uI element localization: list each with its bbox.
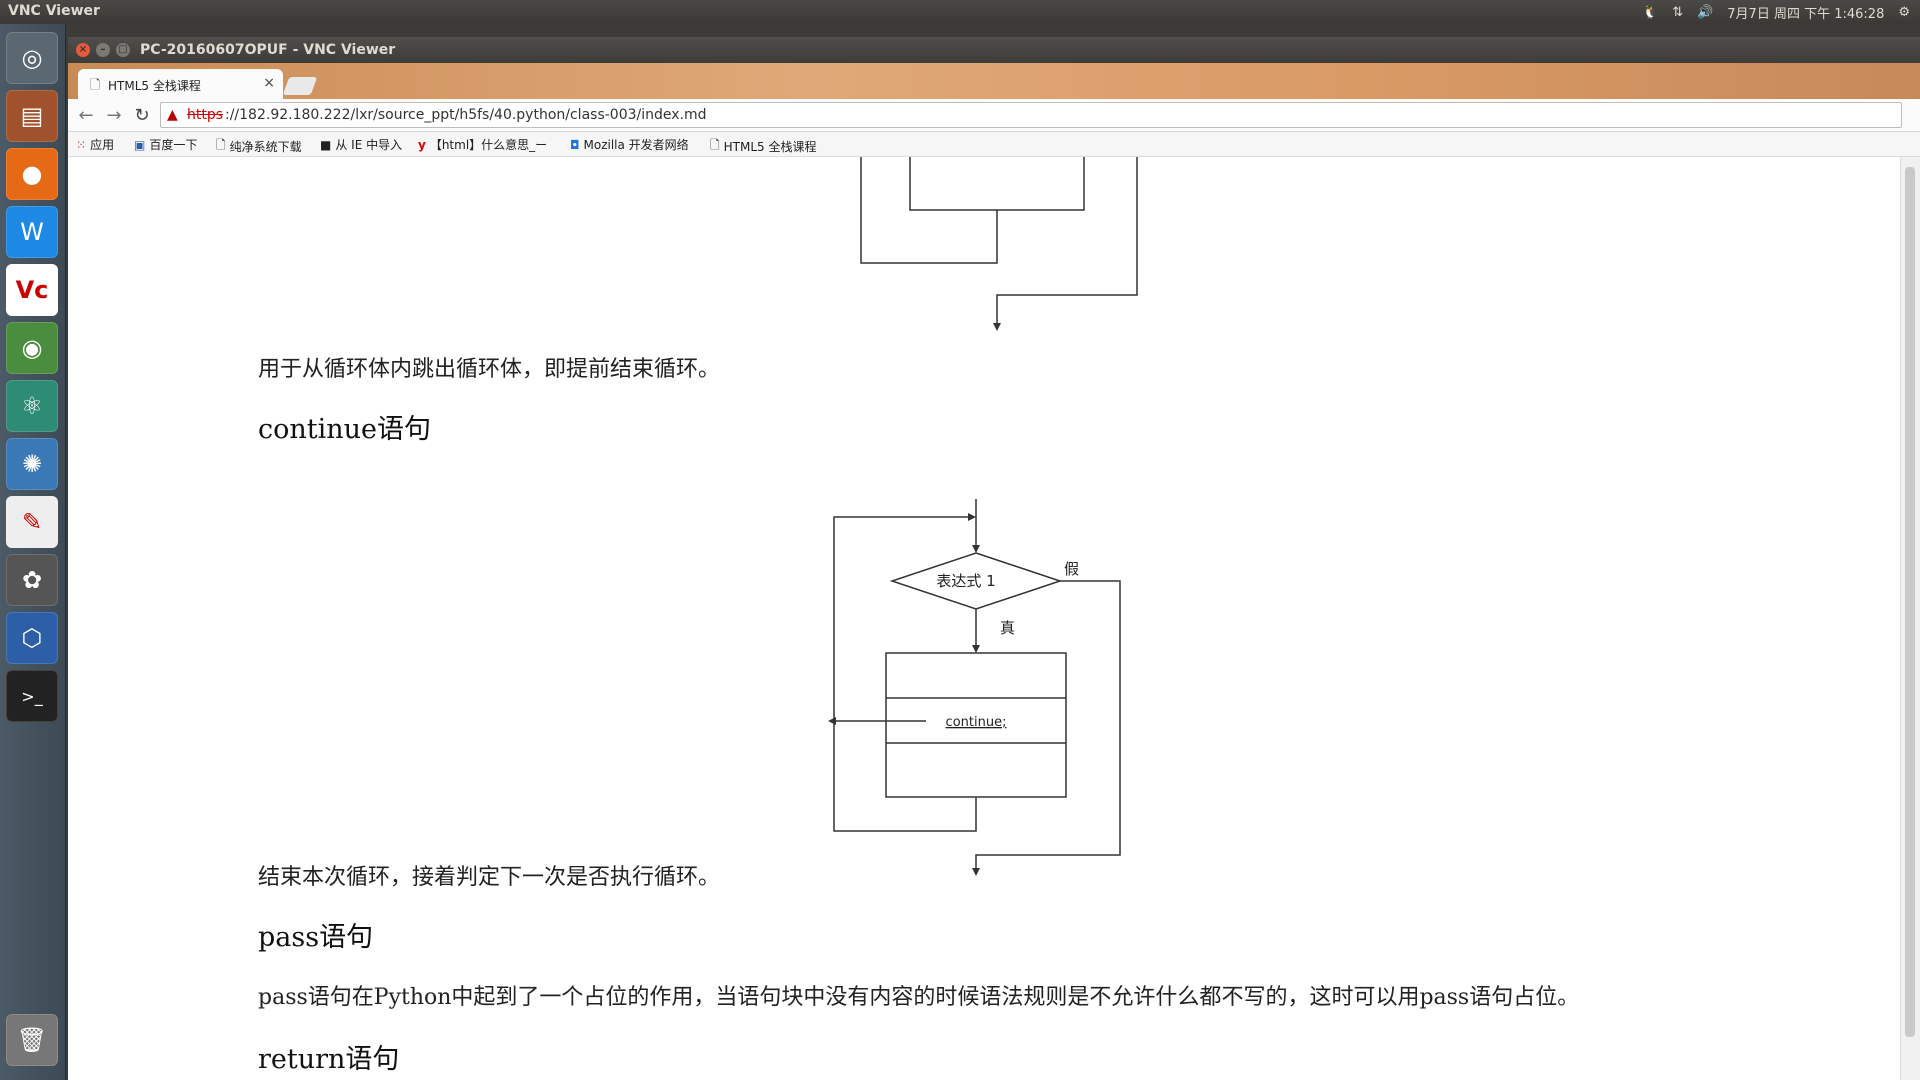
minimize-icon[interactable]: – bbox=[96, 43, 110, 57]
false-label: 假 bbox=[1064, 560, 1079, 578]
vnc-window: × – □ PC-20160607OPUF - VNC Viewer 🗋 HTM… bbox=[68, 37, 1920, 1080]
tab-close-icon[interactable]: × bbox=[263, 75, 275, 91]
bookmark-ie-import[interactable]: ■ 从 IE 中导入 bbox=[320, 136, 402, 153]
return-heading: return语句 bbox=[258, 1044, 400, 1075]
volume-icon[interactable]: 🔊 bbox=[1697, 5, 1713, 20]
files-icon[interactable]: ▤ bbox=[6, 90, 58, 142]
atom-icon[interactable]: ⚛ bbox=[6, 380, 58, 432]
tab-label: HTML5 全栈课程 bbox=[108, 79, 201, 93]
vnc-icon[interactable]: Vc bbox=[6, 264, 58, 316]
tab-strip: 🗋 HTML5 全栈课程 × bbox=[68, 63, 1920, 99]
url-scheme: https bbox=[187, 107, 224, 123]
arrow-down-icon bbox=[993, 323, 1001, 331]
top-panel: VNC Viewer 🐧 ⇅ 🔊 7月7日 周四 下午 1:46:28 ⚙ bbox=[0, 0, 1920, 24]
folder-icon: ■ bbox=[320, 137, 332, 152]
dash-icon[interactable]: ◎ bbox=[6, 32, 58, 84]
bookmark-clean-system[interactable]: 🗋 纯净系统下载 bbox=[216, 136, 302, 157]
window-titlebar: × – □ PC-20160607OPUF - VNC Viewer bbox=[68, 37, 1920, 63]
break-description: 用于从循环体内跳出循环体，即提前结束循环。 bbox=[258, 357, 721, 382]
browser-toolbar: ← → ↻ ▲ https ://182.92.180.222/lxr/sour… bbox=[68, 99, 1920, 132]
page-icon: 🗋 bbox=[710, 138, 720, 152]
condition-label: 表达式 1 bbox=[936, 572, 995, 590]
continue-statement: continue; bbox=[946, 715, 1007, 730]
new-tab-button[interactable] bbox=[282, 77, 318, 95]
bookmark-baidu[interactable]: ▣ 百度一下 bbox=[134, 136, 197, 153]
reload-icon[interactable]: ↻ bbox=[132, 105, 152, 126]
back-icon[interactable]: ← bbox=[76, 105, 96, 126]
terminal-icon[interactable]: >_ bbox=[6, 670, 58, 722]
continue-flowchart: 表达式 1 假 真 continue; bbox=[828, 499, 1121, 876]
shotwell-icon[interactable]: ✺ bbox=[6, 438, 58, 490]
bookmark-html5-course[interactable]: 🗋 HTML5 全栈课程 bbox=[710, 136, 817, 157]
app-title: VNC Viewer bbox=[8, 3, 100, 19]
break-exit-line bbox=[996, 157, 1138, 325]
arrow-right-icon bbox=[968, 513, 976, 521]
close-icon[interactable]: × bbox=[76, 43, 90, 57]
page-icon: 🗋 bbox=[216, 138, 226, 152]
launcher: ◎ ▤ ● W Vc ◉ ⚛ ✺ ✎ ✿ ⬡ >_ 🗑 bbox=[0, 24, 66, 1080]
break-block-bottom bbox=[909, 157, 1085, 211]
bookmarks-bar: ⁙ 应用 ▣ 百度一下 🗋 纯净系统下载 ■ 从 IE 中导入 y 【html】什么意思_… bbox=[68, 132, 1920, 157]
arrow-down-icon bbox=[972, 868, 980, 876]
clock[interactable]: 7月7日 周四 下午 1:46:28 bbox=[1727, 3, 1884, 22]
document-viewer-icon[interactable]: ✎ bbox=[6, 496, 58, 548]
virtualbox-icon[interactable]: ⬡ bbox=[6, 612, 58, 664]
network-icon[interactable]: ⇅ bbox=[1672, 5, 1683, 20]
break-flowchart bbox=[860, 157, 1138, 331]
gimp-icon[interactable]: ✿ bbox=[6, 554, 58, 606]
arrow-left-icon bbox=[828, 717, 836, 725]
true-label: 真 bbox=[1000, 619, 1015, 637]
address-bar[interactable]: ▲ https ://182.92.180.222/lxr/source_ppt… bbox=[160, 102, 1902, 128]
continue-heading: continue语句 bbox=[258, 414, 432, 445]
page-icon: 🗋 bbox=[90, 78, 101, 93]
tab-html5-course[interactable]: 🗋 HTML5 全栈课程 × bbox=[78, 69, 283, 99]
pass-description: pass语句在Python中起到了一个占位的作用，当语句块中没有内容的时候语法规… bbox=[258, 985, 1580, 1010]
mozilla-icon: ◘ bbox=[570, 137, 580, 152]
wps-icon[interactable]: W bbox=[6, 206, 58, 258]
baidu-icon: ▣ bbox=[134, 137, 146, 152]
page-content[interactable]: 用于从循环体内跳出循环体，即提前结束循环。 continue语句 表达式 1 假… bbox=[68, 157, 1900, 1080]
url-path: ://182.92.180.222/lxr/source_ppt/h5fs/40… bbox=[225, 107, 707, 123]
system-tray: 🐧 ⇅ 🔊 7月7日 周四 下午 1:46:28 ⚙ bbox=[1642, 3, 1910, 22]
chrome-icon[interactable]: ◉ bbox=[6, 322, 58, 374]
arrow-down-icon bbox=[972, 545, 980, 553]
gear-icon[interactable]: ⚙ bbox=[1898, 5, 1910, 20]
bookmark-apps[interactable]: ⁙ 应用 bbox=[76, 136, 114, 153]
youdao-icon: y bbox=[418, 137, 426, 152]
apps-grid-icon: ⁙ bbox=[76, 137, 87, 152]
trash-icon[interactable]: 🗑 bbox=[6, 1014, 58, 1066]
forward-icon[interactable]: → bbox=[104, 105, 124, 126]
bookmark-mdn[interactable]: ◘ Mozilla 开发者网络 bbox=[570, 136, 689, 153]
scroll-thumb[interactable] bbox=[1905, 167, 1915, 1037]
arrow-down-icon bbox=[972, 645, 980, 653]
tux-icon[interactable]: 🐧 bbox=[1642, 5, 1658, 20]
maximize-icon[interactable]: □ bbox=[116, 43, 130, 57]
window-title: PC-20160607OPUF - VNC Viewer bbox=[140, 42, 396, 58]
continue-description: 结束本次循环，接着判定下一次是否执行循环。 bbox=[258, 865, 721, 890]
pass-heading: pass语句 bbox=[258, 922, 374, 953]
firefox-icon[interactable]: ● bbox=[6, 148, 58, 200]
warning-icon[interactable]: ▲ bbox=[167, 103, 178, 127]
page-scrollbar[interactable] bbox=[1900, 157, 1920, 1080]
bookmark-html-meaning[interactable]: y 【html】什么意思_ー bbox=[418, 136, 547, 153]
